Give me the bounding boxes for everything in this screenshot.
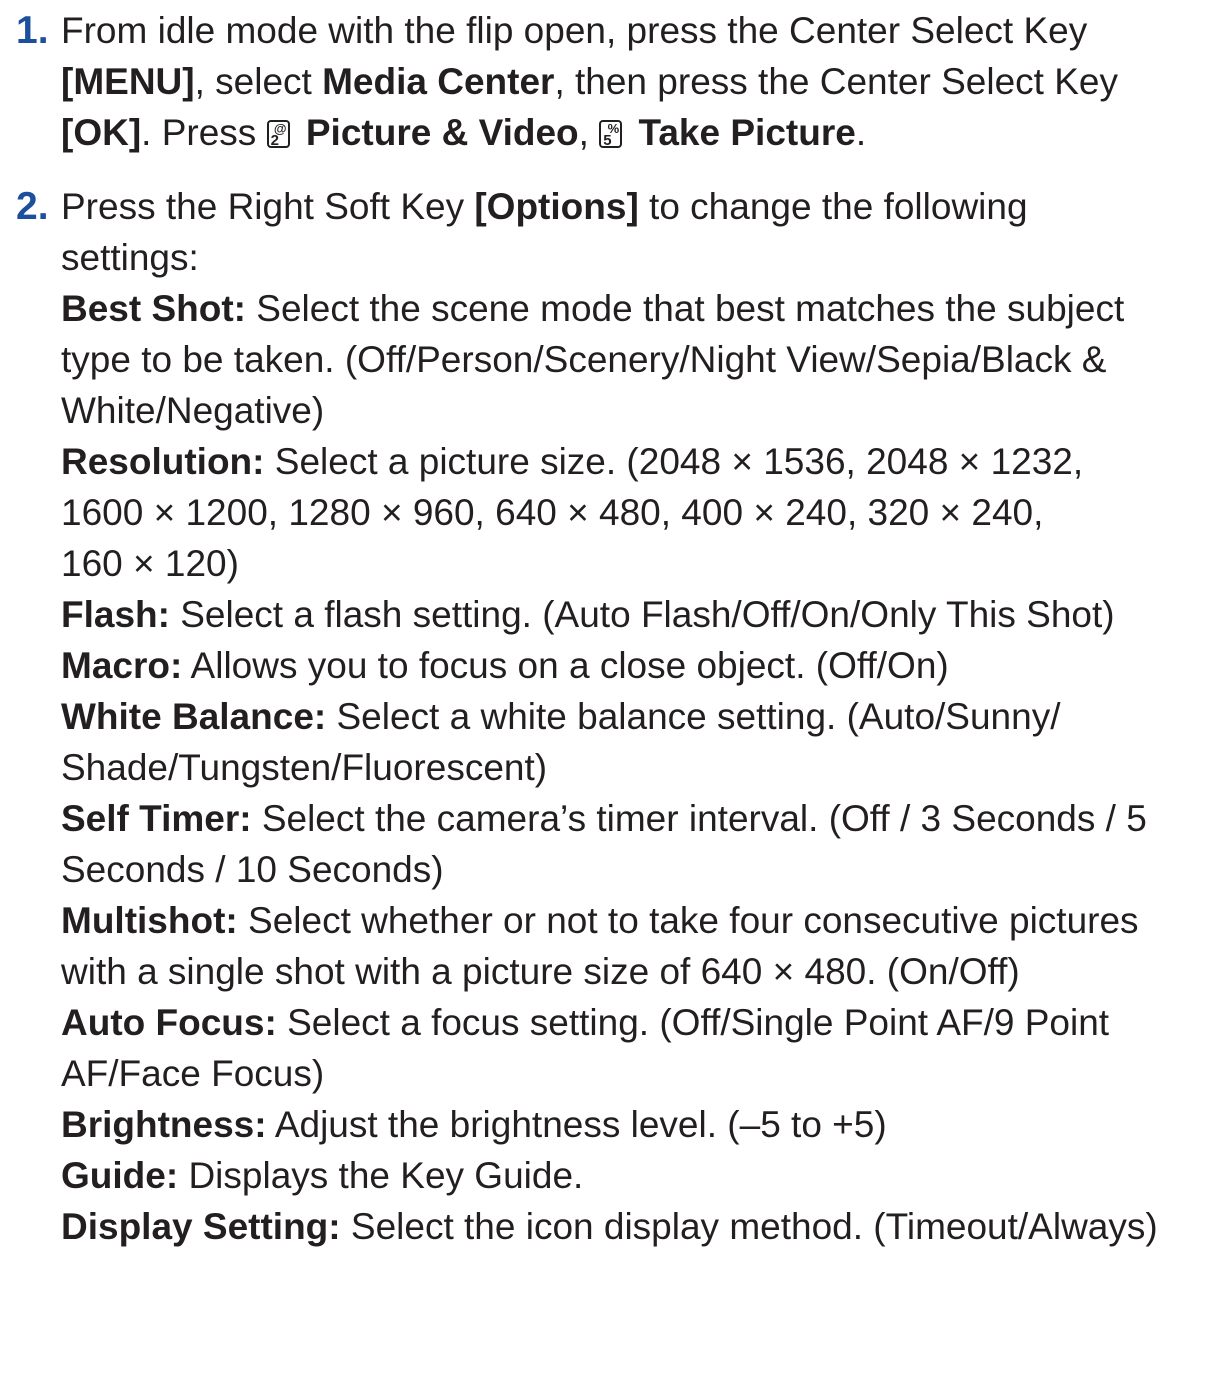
text-run: to change the following [638,186,1028,227]
setting-description: Select a white balance setting. (Auto/Su… [326,696,1061,737]
text-run: settings: [61,237,199,278]
setting-description: Seconds / 10 Seconds) [61,849,444,890]
setting-label: Self Timer: [61,798,252,839]
text-run: From idle mode with the flip open, press… [61,10,1088,51]
step-2-text: Press the Right Soft Key [Options] to ch… [61,182,1227,1253]
setting-description: 1600 × 1200, 1280 × 960, 640 × 480, 400 … [61,492,1044,533]
text-line: From idle mode with the flip open, press… [61,6,1227,57]
text-line: 1600 × 1200, 1280 × 960, 640 × 480, 400 … [61,488,1227,539]
text-run: , [578,112,600,153]
setting-description: type to be taken. (Off/Person/Scenery/Ni… [61,339,1107,380]
setting-label: Multishot: [61,900,238,941]
setting-description: Shade/Tungsten/Fluorescent) [61,747,548,788]
setting-auto-focus: Auto Focus: Select a focus setting. (Off… [61,998,1227,1049]
text-line: type to be taken. (Off/Person/Scenery/Ni… [61,335,1227,386]
text-run: , then press the Center Select Key [554,61,1118,102]
setting-description: Displays the Key Guide. [178,1155,584,1196]
text-run: Press the Right Soft Key [61,186,475,227]
take-picture-label: Take Picture [638,112,856,153]
text-line: Seconds / 10 Seconds) [61,845,1227,896]
setting-self-timer: Self Timer: Select the camera’s timer in… [61,794,1227,845]
step-2: 2. Press the Right Soft Key [Options] to… [0,182,1227,1253]
text-line: settings: [61,233,1227,284]
setting-label: Guide: [61,1155,179,1196]
setting-description: Select a flash setting. (Auto Flash/Off/… [169,594,1115,635]
picture-video-label: Picture & Video [305,112,579,153]
setting-description: AF/Face Focus) [61,1053,325,1094]
setting-description: White/Negative) [61,390,325,431]
text-line: [MENU], select Media Center, then press … [61,57,1227,108]
setting-label: Display Setting: [61,1206,341,1247]
media-center-label: Media Center [322,61,555,102]
step-1: 1. From idle mode with the flip open, pr… [0,6,1227,159]
setting-description: 160 × 120) [61,543,239,584]
key-symbol: @ [273,121,287,136]
setting-description: Select a focus setting. (Off/Single Poin… [276,1002,1110,1043]
step-number: 2. [16,185,49,228]
step-number: 1. [16,9,49,52]
menu-key-label: [MENU] [61,61,195,102]
setting-multishot: Multishot: Select whether or not to take… [61,896,1227,947]
setting-label: Auto Focus: [61,1002,277,1043]
key-5-icon: 5% [599,120,623,148]
setting-macro: Macro: Allows you to focus on a close ob… [61,641,1227,692]
text-line: with a single shot with a picture size o… [61,947,1227,998]
text-run: , select [194,61,323,102]
text-run: . [855,112,867,153]
text-line: White/Negative) [61,386,1227,437]
options-key-label: [Options] [474,186,639,227]
text-line: Shade/Tungsten/Fluorescent) [61,743,1227,794]
setting-display: Display Setting: Select the icon display… [61,1202,1227,1253]
setting-description: Select the icon display method. (Timeout… [340,1206,1158,1247]
text-line: AF/Face Focus) [61,1049,1227,1100]
setting-description: Select a picture size. (2048 × 1536, 204… [264,441,1084,482]
text-line: 160 × 120) [61,539,1227,590]
setting-label: Brightness: [61,1104,267,1145]
setting-white-balance: White Balance: Select a white balance se… [61,692,1227,743]
setting-description: Allows you to focus on a close object. (… [182,645,949,686]
text-line: Press the Right Soft Key [Options] to ch… [61,182,1227,233]
setting-resolution: Resolution: Select a picture size. (2048… [61,437,1227,488]
setting-guide: Guide: Displays the Key Guide. [61,1151,1227,1202]
text-line: [OK]. Press 2 @ Picture & Video, 5% Take … [61,108,1227,159]
setting-description: Adjust the brightness level. (–5 to +5) [266,1104,887,1145]
ok-key-label: [OK] [61,112,142,153]
setting-description: Select the camera’s timer interval. (Off… [251,798,1147,839]
setting-brightness: Brightness: Adjust the brightness level.… [61,1100,1227,1151]
key-2-icon: 2 @ [266,120,290,148]
setting-label: Flash: [61,594,170,635]
setting-best-shot: Best Shot: Select the scene mode that be… [61,284,1227,335]
setting-description: with a single shot with a picture size o… [61,951,1020,992]
setting-description: Select whether or not to take four conse… [237,900,1139,941]
setting-label: Resolution: [61,441,265,482]
key-symbol: % [607,121,620,136]
setting-flash: Flash: Select a flash setting. (Auto Fla… [61,590,1227,641]
setting-label: Best Shot: [61,288,246,329]
step-1-text: From idle mode with the flip open, press… [61,6,1227,159]
setting-label: Macro: [61,645,183,686]
text-run: . Press [141,112,267,153]
setting-label: White Balance: [61,696,327,737]
setting-description: Select the scene mode that best matches … [246,288,1125,329]
